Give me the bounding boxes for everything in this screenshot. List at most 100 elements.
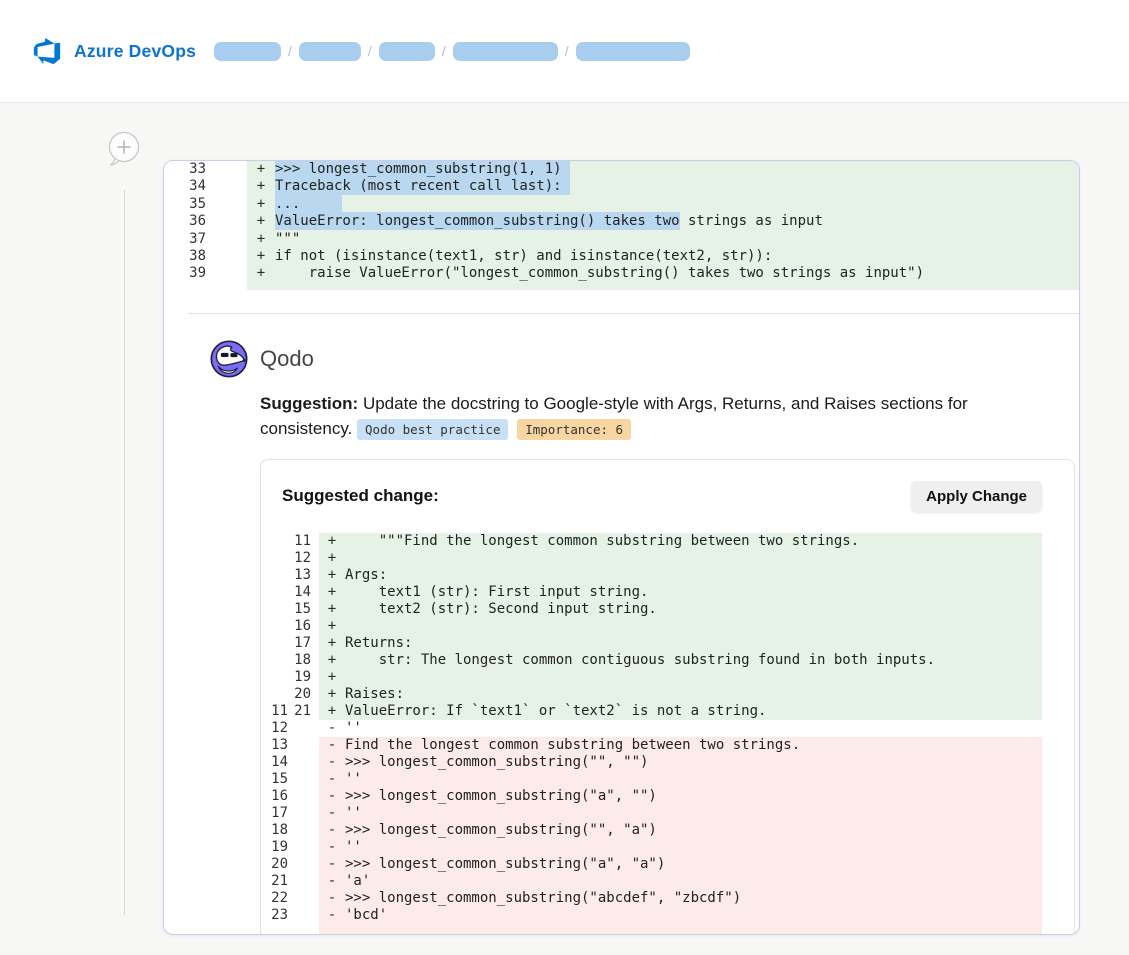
breadcrumb-segment: / bbox=[214, 42, 299, 61]
qodo-avatar[interactable] bbox=[210, 340, 248, 378]
old-line-number: 22 bbox=[261, 890, 288, 907]
diff-line-content: -'' bbox=[319, 720, 1042, 737]
code-text: text1 (str): First input string. bbox=[345, 584, 648, 601]
breadcrumb-segment: / bbox=[299, 42, 379, 61]
diff-line[interactable]: 19 + bbox=[261, 669, 1074, 686]
diff-line[interactable]: 38 +if not (isinstance(text1, str) and i… bbox=[164, 248, 1079, 265]
diff-line[interactable]: 23 -'bcd' bbox=[261, 907, 1074, 935]
new-line-number: 11 bbox=[288, 533, 311, 550]
breadcrumb-item-redacted[interactable] bbox=[453, 42, 558, 61]
code-text: """Find the longest common substring bet… bbox=[345, 533, 859, 550]
diff-line-content: -Find the longest common substring betwe… bbox=[319, 737, 1042, 754]
old-line-number bbox=[261, 618, 288, 635]
breadcrumb-separator: / bbox=[442, 43, 446, 59]
old-line-number: 23 bbox=[261, 907, 288, 935]
diff-line-content: + text2 (str): Second input string. bbox=[319, 601, 1042, 618]
breadcrumb: / / / / bbox=[214, 42, 704, 61]
code-text: >>> longest_common_substring("a", "") bbox=[345, 788, 657, 805]
diff-line[interactable]: 35 +... bbox=[164, 196, 1079, 213]
diff-line[interactable]: 39 + raise ValueError("longest_common_su… bbox=[164, 265, 1079, 289]
diff-sign: - bbox=[319, 737, 345, 754]
diff-line-content: + bbox=[319, 550, 1042, 567]
context-code-diff: 33 +>>> longest_common_substring(1, 1) 3… bbox=[164, 161, 1079, 290]
diff-line[interactable]: 13 +Args: bbox=[261, 567, 1074, 584]
diff-line[interactable]: 15 + text2 (str): Second input string. bbox=[261, 601, 1074, 618]
new-line-number bbox=[288, 771, 311, 788]
diff-line[interactable]: 36 +ValueError: longest_common_substring… bbox=[164, 213, 1079, 230]
diff-line-content: +Raises: bbox=[319, 686, 1042, 703]
diff-sign: + bbox=[319, 567, 345, 584]
diff-line-content: +ValueError: longest_common_substring() … bbox=[247, 213, 1079, 230]
selected-text: >>> longest_common_substring(1, 1) bbox=[275, 160, 570, 178]
diff-sign: - bbox=[319, 754, 345, 771]
diff-line-content: + raise ValueError("longest_common_subst… bbox=[247, 265, 1079, 289]
brand-title[interactable]: Azure DevOps bbox=[74, 41, 196, 62]
diff-line[interactable]: 13 -Find the longest common substring be… bbox=[261, 737, 1074, 754]
best-practice-badge[interactable]: Qodo best practice bbox=[357, 419, 508, 440]
old-line-number bbox=[261, 567, 288, 584]
new-line-number: 16 bbox=[288, 618, 311, 635]
suggested-change-header: Suggested change: Apply Change bbox=[261, 460, 1074, 512]
diff-line[interactable]: 19 -'' bbox=[261, 839, 1074, 856]
old-line-number bbox=[261, 686, 288, 703]
breadcrumb-item-redacted[interactable] bbox=[576, 42, 690, 61]
diff-line[interactable]: 21 -'a' bbox=[261, 873, 1074, 890]
diff-sign: + bbox=[319, 584, 345, 601]
diff-line-content: ->>> longest_common_substring("abcdef", … bbox=[319, 890, 1042, 907]
new-line-number: 18 bbox=[288, 652, 311, 669]
line-number: 39 bbox=[164, 265, 247, 289]
new-line-number: 15 bbox=[288, 601, 311, 618]
comment-header: Qodo bbox=[210, 340, 1079, 378]
comment-author[interactable]: Qodo bbox=[260, 346, 314, 372]
diff-line[interactable]: 15 -'' bbox=[261, 771, 1074, 788]
breadcrumb-item-redacted[interactable] bbox=[379, 42, 435, 61]
code-text: Raises: bbox=[345, 686, 404, 703]
old-line-number: 18 bbox=[261, 822, 288, 839]
diff-line[interactable]: 17 -'' bbox=[261, 805, 1074, 822]
breadcrumb-item-redacted[interactable] bbox=[299, 42, 361, 61]
diff-line-content: + str: The longest common contiguous sub… bbox=[319, 652, 1042, 669]
diff-line[interactable]: 34 +Traceback (most recent call last): bbox=[164, 178, 1079, 195]
diff-sign: + bbox=[319, 669, 345, 686]
code-text: '' bbox=[345, 771, 362, 788]
breadcrumb-segment: / bbox=[379, 42, 453, 61]
diff-line[interactable]: 16 + bbox=[261, 618, 1074, 635]
azure-devops-logo[interactable] bbox=[32, 36, 62, 66]
code-text: 'a' bbox=[345, 873, 370, 890]
diff-sign: + bbox=[319, 533, 345, 550]
diff-line[interactable]: 12 -'' bbox=[261, 720, 1074, 737]
diff-line[interactable]: 11 21 +ValueError: If `text1` or `text2`… bbox=[261, 703, 1074, 720]
diff-line[interactable]: 16 ->>> longest_common_substring("a", ""… bbox=[261, 788, 1074, 805]
diff-sign: + bbox=[247, 196, 275, 213]
diff-line[interactable]: 20 +Raises: bbox=[261, 686, 1074, 703]
old-line-number bbox=[261, 652, 288, 669]
new-line-number: 19 bbox=[288, 669, 311, 686]
old-line-number: 17 bbox=[261, 805, 288, 822]
diff-line[interactable]: 18 + str: The longest common contiguous … bbox=[261, 652, 1074, 669]
diff-line[interactable]: 18 ->>> longest_common_substring("", "a"… bbox=[261, 822, 1074, 839]
diff-line[interactable]: 14 ->>> longest_common_substring("", "") bbox=[261, 754, 1074, 771]
diff-line[interactable]: 33 +>>> longest_common_substring(1, 1) bbox=[164, 161, 1079, 178]
diff-sign: - bbox=[319, 805, 345, 822]
diff-line[interactable]: 17 +Returns: bbox=[261, 635, 1074, 652]
diff-sign: + bbox=[247, 161, 275, 178]
code-text: >>> longest_common_substring("a", "a") bbox=[345, 856, 665, 873]
diff-line[interactable]: 20 ->>> longest_common_substring("a", "a… bbox=[261, 856, 1074, 873]
new-line-number bbox=[288, 737, 311, 754]
apply-change-button[interactable]: Apply Change bbox=[911, 481, 1042, 512]
old-line-number bbox=[261, 635, 288, 652]
breadcrumb-item-redacted[interactable] bbox=[214, 42, 281, 61]
new-line-number bbox=[288, 907, 311, 935]
diff-line-content: +>>> longest_common_substring(1, 1) bbox=[247, 161, 1079, 178]
old-line-number bbox=[261, 584, 288, 601]
diff-line[interactable]: 12 + bbox=[261, 550, 1074, 567]
add-comment-icon[interactable] bbox=[105, 130, 143, 168]
diff-line[interactable]: 22 ->>> longest_common_substring("abcdef… bbox=[261, 890, 1074, 907]
diff-line[interactable]: 37 +""" bbox=[164, 231, 1079, 248]
line-number: 38 bbox=[164, 248, 247, 265]
line-number: 37 bbox=[164, 231, 247, 248]
diff-sign: - bbox=[319, 822, 345, 839]
diff-line[interactable]: 11 + """Find the longest common substrin… bbox=[261, 533, 1074, 550]
code-text: Returns: bbox=[345, 635, 412, 652]
diff-line[interactable]: 14 + text1 (str): First input string. bbox=[261, 584, 1074, 601]
